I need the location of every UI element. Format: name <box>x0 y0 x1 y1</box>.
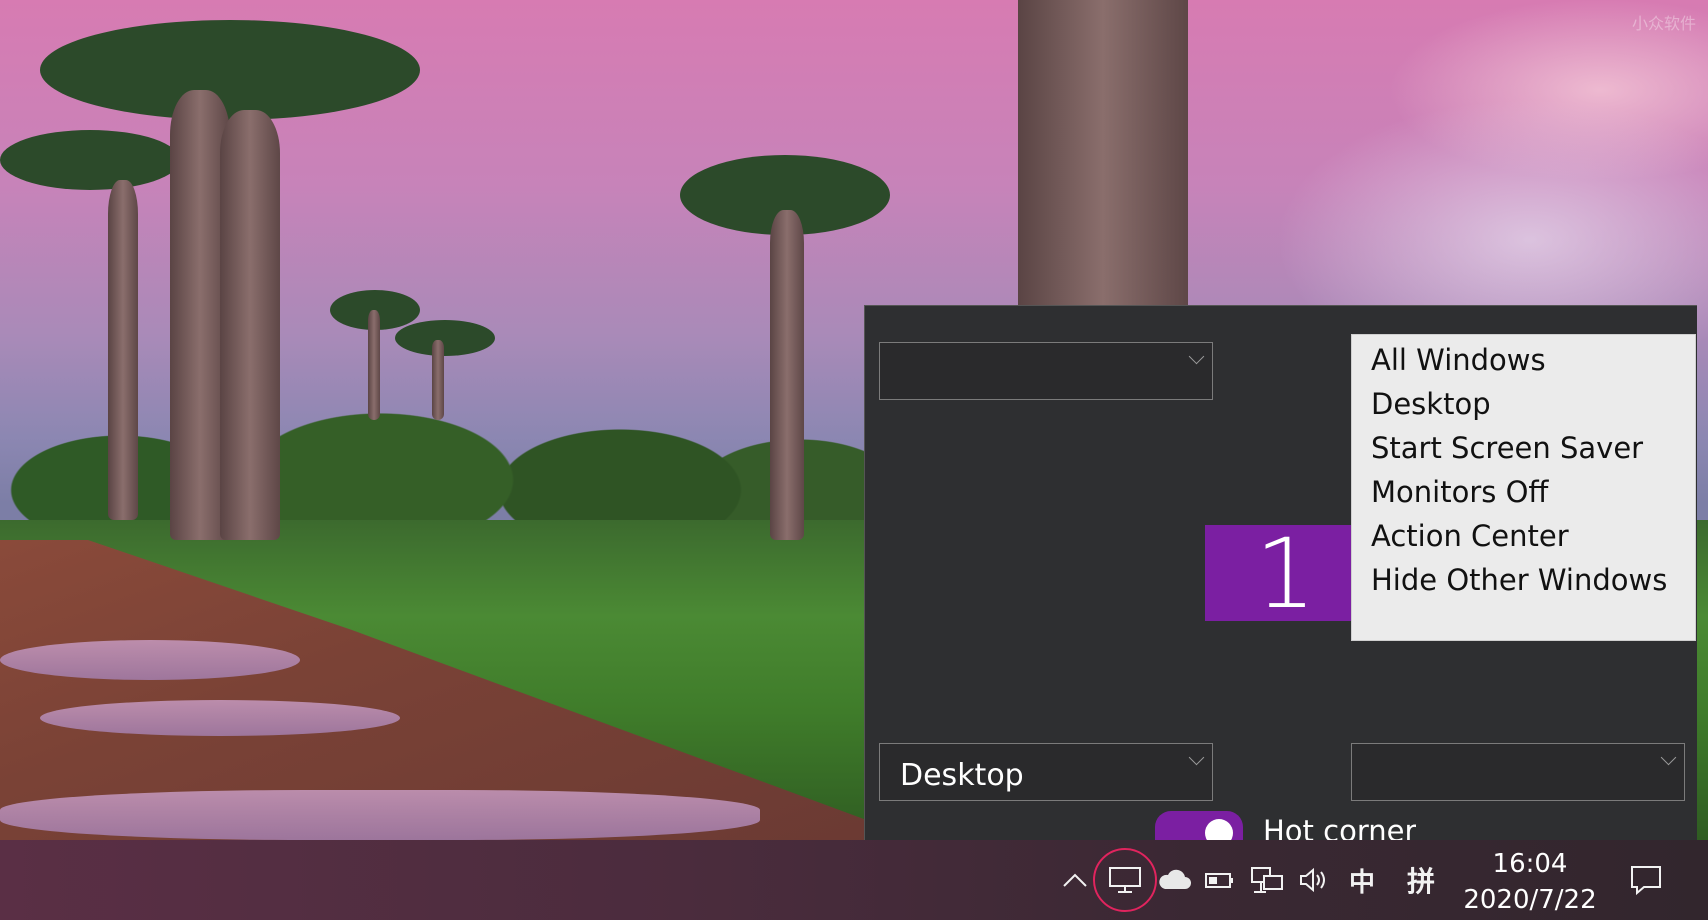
chevron-down-icon <box>1188 749 1205 766</box>
volume-icon <box>1300 867 1325 893</box>
ime-mode-button[interactable]: 中 <box>1342 840 1382 920</box>
corner-action-menu: All Windows Desktop Start Screen Saver M… <box>1351 334 1696 641</box>
ime-name-button[interactable]: 拼 <box>1398 840 1444 920</box>
battery-icon <box>1205 873 1233 888</box>
show-hidden-icons-button[interactable] <box>1058 840 1092 920</box>
hot-corner-toggle[interactable] <box>1155 811 1243 847</box>
monitor-number: 1 <box>1255 518 1317 630</box>
chevron-down-icon <box>1188 348 1205 365</box>
clock-date: 2020/7/22 <box>1463 885 1597 915</box>
menu-item-all-windows[interactable]: All Windows <box>1371 340 1546 380</box>
action-center-button[interactable] <box>1622 840 1670 920</box>
menu-item-start-screen-saver[interactable]: Start Screen Saver <box>1371 428 1643 468</box>
hot-corner-label: Hot corner <box>1263 814 1417 841</box>
display-icon <box>1109 867 1141 893</box>
menu-item-monitors-off[interactable]: Monitors Off <box>1371 472 1548 512</box>
notification-icon <box>1631 866 1661 896</box>
menu-item-hide-other-windows[interactable]: Hide Other Windows <box>1371 560 1667 600</box>
taskbar: 中 拼 16:04 2020/7/22 <box>0 840 1708 920</box>
clock-button[interactable]: 16:04 2020/7/22 <box>1450 846 1610 918</box>
bottom-right-corner-select[interactable] <box>1351 743 1685 801</box>
chevron-down-icon <box>1660 749 1677 766</box>
onedrive-cloud-icon <box>1159 869 1191 889</box>
display-tray-button[interactable] <box>1101 840 1149 920</box>
select-value: Desktop <box>900 758 1024 793</box>
network-icon <box>1251 867 1283 893</box>
network-tray-button[interactable] <box>1246 840 1288 920</box>
onedrive-tray-button[interactable] <box>1154 840 1194 920</box>
top-left-corner-select[interactable] <box>879 342 1213 400</box>
volume-tray-button[interactable] <box>1294 840 1336 920</box>
menu-item-desktop[interactable]: Desktop <box>1371 384 1491 424</box>
chevron-up-icon <box>1063 873 1087 887</box>
hot-corners-panel: 1 All Windows Desktop Start Screen Saver… <box>864 305 1697 847</box>
bottom-left-corner-select[interactable]: Desktop <box>879 743 1213 801</box>
menu-item-action-center[interactable]: Action Center <box>1371 516 1569 556</box>
battery-tray-button[interactable] <box>1200 840 1240 920</box>
watermark-text: 小众软件 <box>1631 14 1696 33</box>
monitor-tile: 1 <box>1205 519 1355 629</box>
clock-time: 16:04 <box>1492 849 1568 879</box>
